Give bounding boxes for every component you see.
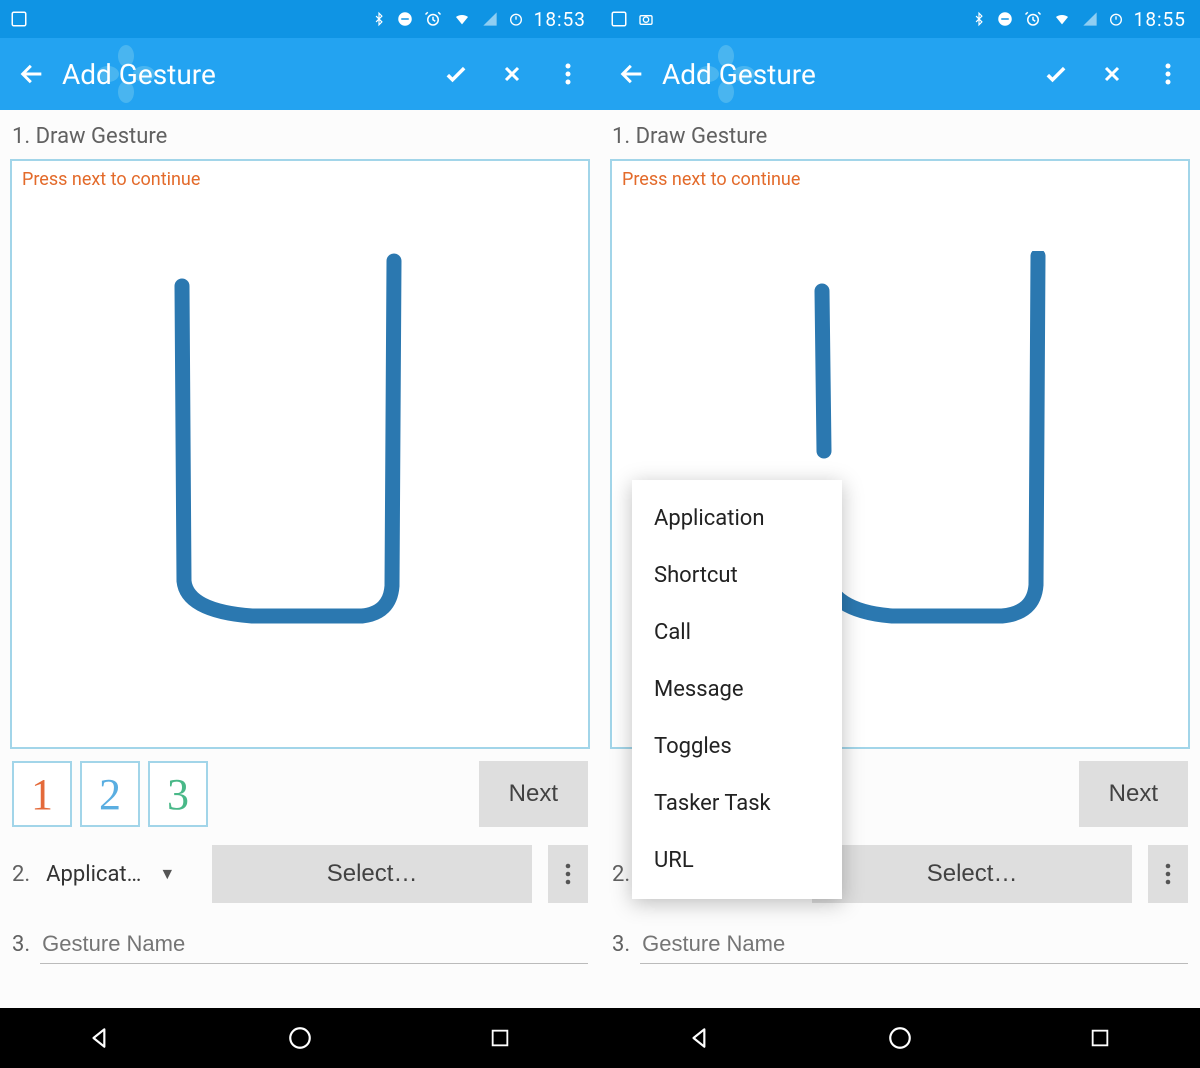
nav-recent-button[interactable] [1078, 1016, 1122, 1060]
nav-recent-button[interactable] [478, 1016, 522, 1060]
page-title: Add Gesture [662, 58, 1032, 91]
step1-label: 1. Draw Gesture [612, 124, 1190, 149]
menu-item-toggles[interactable]: Toggles [632, 718, 842, 775]
action-overflow-button[interactable] [1148, 845, 1188, 903]
signal-icon [1082, 11, 1098, 27]
bluetooth-icon [972, 9, 986, 29]
signal-icon [482, 11, 498, 27]
nav-back-button[interactable] [678, 1016, 722, 1060]
action-overflow-button[interactable] [548, 845, 588, 903]
action-type-menu: Application Shortcut Call Message Toggle… [632, 480, 842, 899]
overflow-button[interactable] [544, 50, 592, 98]
canvas-hint: Press next to continue [22, 169, 200, 190]
cancel-button[interactable] [488, 50, 536, 98]
step1-label: 1. Draw Gesture [12, 124, 590, 149]
battery-icon [1108, 10, 1124, 28]
nav-home-button[interactable] [878, 1016, 922, 1060]
phone-left: 18:53 Add Gesture [0, 0, 600, 1008]
dnd-icon [996, 10, 1014, 28]
wifi-icon [452, 11, 472, 27]
menu-item-application[interactable]: Application [632, 490, 842, 547]
confirm-button[interactable] [432, 50, 480, 98]
menu-item-url[interactable]: URL [632, 832, 842, 889]
step3-num: 3. [12, 932, 30, 957]
next-button[interactable]: Next [479, 761, 588, 827]
app-bar: Add Gesture [600, 38, 1200, 110]
step3-num: 3. [612, 932, 630, 957]
dropdown-value: Applicat… [46, 862, 141, 887]
overflow-button[interactable] [1144, 50, 1192, 98]
menu-item-tasker[interactable]: Tasker Task [632, 775, 842, 832]
back-button[interactable] [8, 50, 56, 98]
canvas-hint: Press next to continue [622, 169, 800, 190]
menu-item-shortcut[interactable]: Shortcut [632, 547, 842, 604]
bluetooth-icon [372, 9, 386, 29]
screenshot-icon [10, 10, 28, 28]
page-title: Add Gesture [62, 58, 432, 91]
screenshot-icon [610, 10, 628, 28]
back-button[interactable] [608, 50, 656, 98]
gesture-name-input[interactable] [40, 925, 588, 964]
status-bar: 18:53 [0, 0, 600, 38]
android-nav-bar [0, 1008, 1200, 1068]
alarm-icon [424, 10, 442, 28]
attempt-2[interactable]: 2 [80, 761, 140, 827]
gesture-canvas[interactable]: Press next to continue [10, 159, 590, 749]
action-type-dropdown[interactable]: Applicat… ▼ [46, 862, 196, 887]
chevron-down-icon: ▼ [159, 864, 175, 884]
camera-icon [636, 11, 656, 27]
step2-num: 2. [612, 862, 630, 887]
cancel-button[interactable] [1088, 50, 1136, 98]
menu-item-message[interactable]: Message [632, 661, 842, 718]
status-bar: 18:55 [600, 0, 1200, 38]
select-button[interactable]: Select… [212, 845, 532, 903]
menu-item-call[interactable]: Call [632, 604, 842, 661]
nav-back-button[interactable] [78, 1016, 122, 1060]
dnd-icon [396, 10, 414, 28]
phone-right: 18:55 Add Gesture [600, 0, 1200, 1008]
next-button[interactable]: Next [1079, 761, 1188, 827]
gesture-stroke [102, 251, 502, 681]
attempt-3[interactable]: 3 [148, 761, 208, 827]
app-bar: Add Gesture [0, 38, 600, 110]
attempt-1[interactable]: 1 [12, 761, 72, 827]
nav-home-button[interactable] [278, 1016, 322, 1060]
confirm-button[interactable] [1032, 50, 1080, 98]
gesture-name-input[interactable] [640, 925, 1188, 964]
battery-icon [508, 10, 524, 28]
status-time: 18:53 [534, 8, 586, 31]
alarm-icon [1024, 10, 1042, 28]
wifi-icon [1052, 11, 1072, 27]
status-time: 18:55 [1134, 8, 1186, 31]
step2-num: 2. [12, 862, 30, 887]
select-button[interactable]: Select… [812, 845, 1132, 903]
